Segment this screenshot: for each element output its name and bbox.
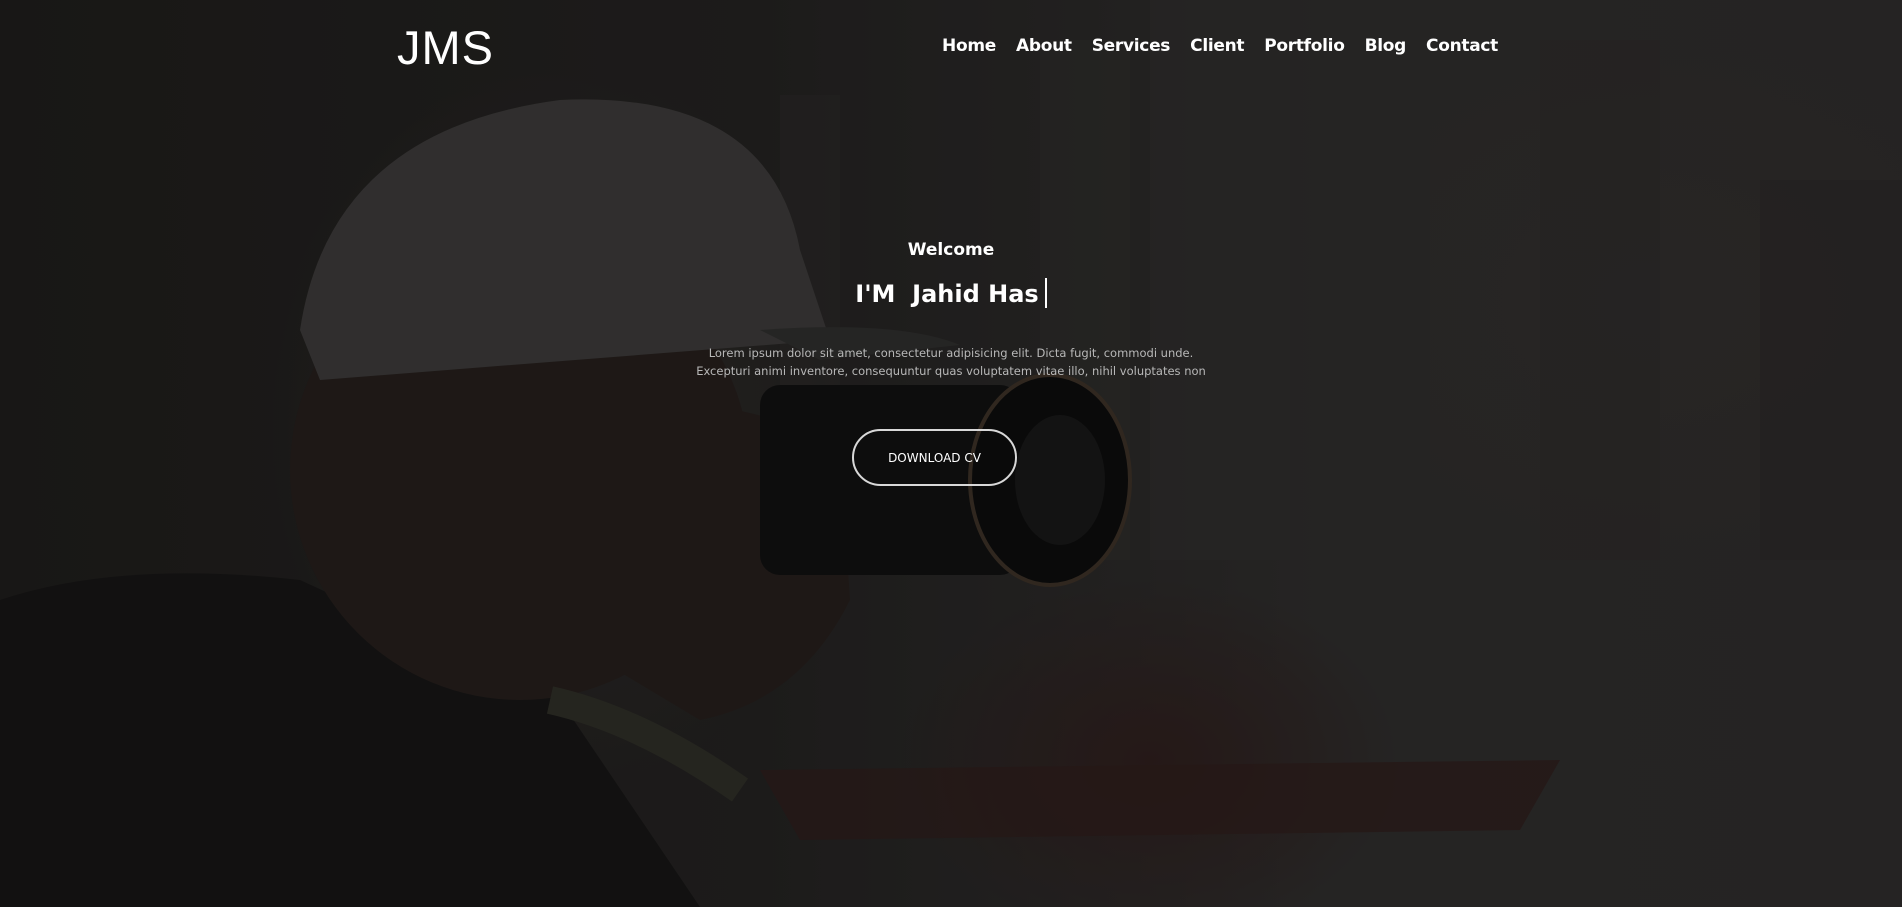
nav-link-blog[interactable]: Blog	[1365, 36, 1407, 56]
navbar: JMS Home About Services Client Portfolio…	[0, 0, 1902, 100]
nav-link-client[interactable]: Client	[1190, 36, 1244, 56]
hero-description: Lorem ipsum dolor sit amet, consectetur …	[696, 346, 1206, 378]
nav-link-about[interactable]: About	[1016, 36, 1072, 56]
nav-link-contact[interactable]: Contact	[1426, 36, 1498, 56]
nav-item-about: About	[1016, 36, 1072, 56]
welcome-heading: Welcome	[907, 240, 995, 260]
typing-cursor	[1044, 278, 1047, 308]
download-cv-button[interactable]: DOWNLOAD CV	[852, 429, 1017, 486]
nav-menu: Home About Services Client Portfolio Blo…	[942, 36, 1498, 56]
nav-link-services[interactable]: Services	[1092, 36, 1171, 56]
nav-link-home[interactable]: Home	[942, 36, 996, 56]
nav-item-portfolio: Portfolio	[1264, 36, 1345, 56]
nav-item-contact: Contact	[1426, 36, 1498, 56]
nav-item-services: Services	[1092, 36, 1171, 56]
typed-text: I'M Jahid Has	[855, 280, 1039, 308]
hero-headline: I'M Jahid Has	[0, 278, 1902, 308]
site-logo[interactable]: JMS	[397, 20, 494, 76]
nav-link-portfolio[interactable]: Portfolio	[1264, 36, 1345, 56]
nav-item-blog: Blog	[1365, 36, 1407, 56]
nav-item-client: Client	[1190, 36, 1244, 56]
nav-item-home: Home	[942, 36, 996, 56]
hero-section: JMS Home About Services Client Portfolio…	[0, 0, 1902, 907]
